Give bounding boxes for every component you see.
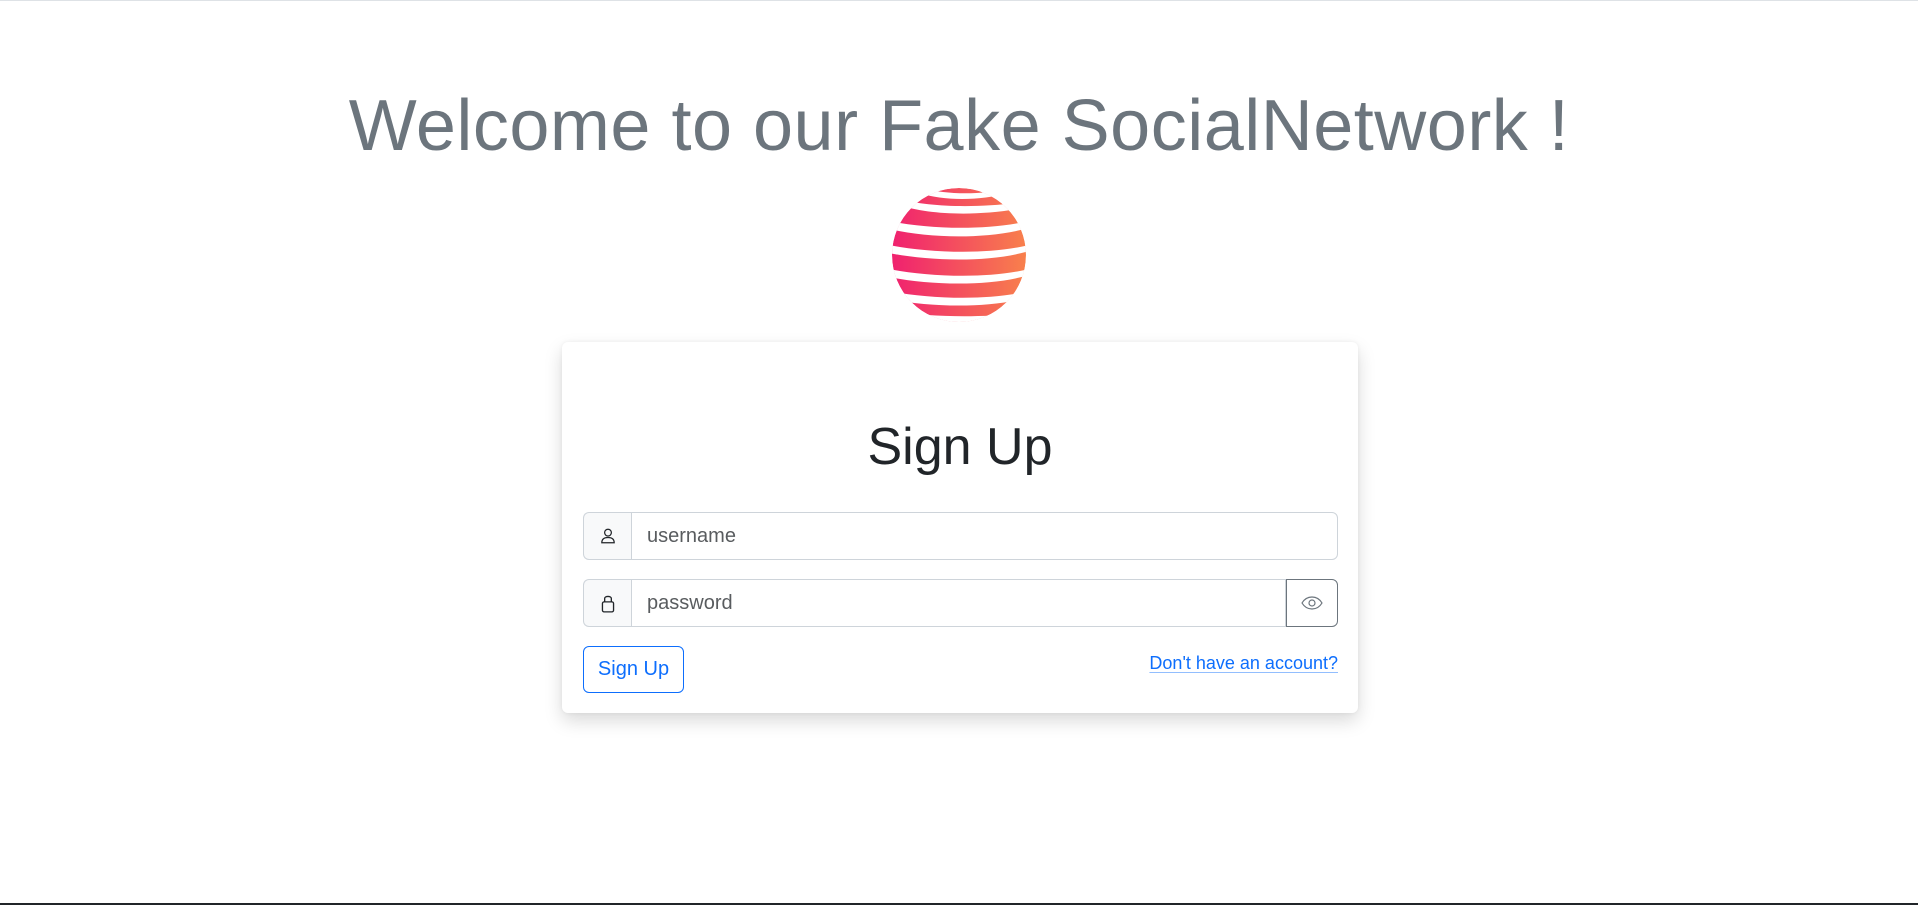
lock-icon <box>583 579 631 627</box>
username-input-group <box>583 512 1338 560</box>
password-input-group <box>583 579 1338 627</box>
welcome-heading: Welcome to our Fake SocialNetwork ! <box>348 86 1570 167</box>
dont-have-account-link[interactable]: Don't have an account? <box>1149 653 1338 674</box>
globe-logo <box>889 187 1029 323</box>
username-input[interactable] <box>631 512 1338 560</box>
toggle-password-visibility-button[interactable] <box>1286 579 1338 627</box>
page: Welcome to our Fake SocialNetwork ! Sign… <box>0 0 1918 905</box>
striped-globe-icon <box>892 188 1026 322</box>
password-input[interactable] <box>631 579 1286 627</box>
form-title: Sign Up <box>867 418 1053 476</box>
signup-card: Sign Up username Sign Up Don't have an a… <box>562 342 1358 713</box>
eye-icon <box>1301 596 1323 610</box>
signup-submit-button[interactable]: Sign Up <box>583 646 684 693</box>
user-icon <box>583 512 631 560</box>
